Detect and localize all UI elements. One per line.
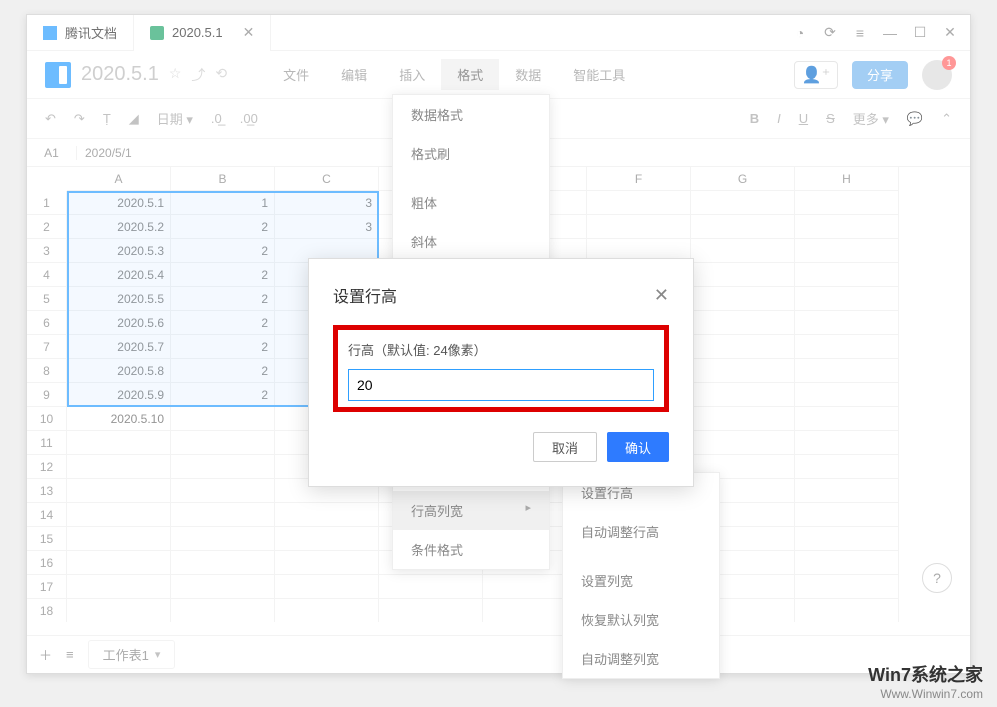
- highlighted-field: 行高（默认值: 24像素）: [333, 325, 669, 412]
- submenu-auto-row-height[interactable]: 自动调整行高: [563, 512, 719, 551]
- menu-item-bold[interactable]: 粗体: [393, 183, 549, 222]
- dialog-title: 设置行高: [333, 283, 397, 307]
- submenu-set-col-width[interactable]: 设置列宽: [563, 561, 719, 600]
- submenu-auto-col-width[interactable]: 自动调整列宽: [563, 639, 719, 678]
- cancel-button[interactable]: 取消: [533, 432, 597, 462]
- submenu-reset-col-width[interactable]: 恢复默认列宽: [563, 600, 719, 639]
- watermark-url: Www.Winwin7.com: [868, 687, 983, 701]
- rowcol-submenu: 设置行高 自动调整行高 设置列宽 恢复默认列宽 自动调整列宽: [562, 472, 720, 679]
- menu-item-format-painter[interactable]: 格式刷: [393, 134, 549, 173]
- watermark-brand2: 系统之家: [911, 665, 983, 685]
- help-button[interactable]: ?: [922, 563, 952, 593]
- chevron-right-icon: ▸: [525, 501, 531, 514]
- menu-item-row-col[interactable]: 行高列宽 ▸: [393, 491, 549, 530]
- menu-item-data-format[interactable]: 数据格式: [393, 95, 549, 134]
- menu-item-row-col-label: 行高列宽: [411, 504, 463, 519]
- row-height-label: 行高（默认值: 24像素）: [348, 340, 654, 359]
- row-height-dialog: 设置行高 ✕ 行高（默认值: 24像素） 取消 确认: [308, 258, 694, 487]
- watermark-brand1: Win7: [868, 665, 911, 685]
- ok-button[interactable]: 确认: [607, 432, 669, 462]
- menu-item-italic[interactable]: 斜体: [393, 222, 549, 261]
- row-height-input[interactable]: [348, 369, 654, 401]
- menu-item-conditional-format[interactable]: 条件格式: [393, 530, 549, 569]
- dialog-close-button[interactable]: ✕: [654, 285, 669, 306]
- watermark: Win7系统之家 Www.Winwin7.com: [868, 661, 983, 701]
